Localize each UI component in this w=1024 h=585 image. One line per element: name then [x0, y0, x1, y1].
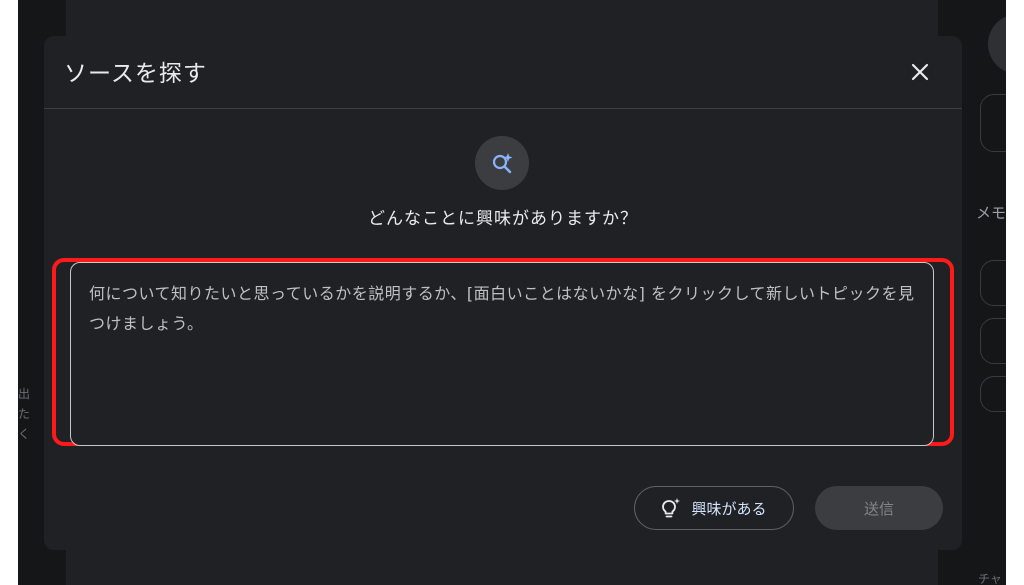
- close-button[interactable]: [906, 58, 934, 86]
- lightbulb-sparkle-icon: [662, 498, 681, 518]
- background-card: [980, 94, 1006, 152]
- background-bottom-right-text: チャ: [978, 572, 1002, 585]
- discover-icon-badge: [475, 136, 529, 190]
- find-sources-dialog: ソースを探す どんなことに興味がありますか？ 興味がある: [44, 36, 962, 550]
- background-right-column: メモ チャ: [970, 0, 1006, 585]
- background-left-text: 出 た く: [18, 387, 31, 441]
- interested-button[interactable]: 興味がある: [634, 486, 794, 530]
- sparkle-search-icon: [492, 153, 513, 174]
- send-button[interactable]: 送信: [815, 486, 943, 530]
- background-card: [980, 318, 1006, 364]
- topic-description-input[interactable]: [70, 262, 934, 446]
- dialog-header: ソースを探す: [44, 36, 962, 109]
- background-avatar: [988, 14, 1006, 74]
- prompt-heading: どんなことに興味がありますか？: [368, 209, 638, 229]
- close-icon: [911, 63, 929, 81]
- background-pane-bottom: [66, 548, 938, 585]
- dialog-title: ソースを探す: [64, 61, 207, 87]
- background-memo-label: メモ: [976, 204, 1006, 222]
- interested-button-label: 興味がある: [691, 499, 767, 518]
- background-card: [980, 260, 1006, 306]
- background-card: [980, 376, 1006, 412]
- app-viewport: 出 た く メモ チャ ソースを探す どんなことに興味がありますか？ 何について…: [18, 0, 1006, 585]
- background-pane-top: [66, 0, 938, 36]
